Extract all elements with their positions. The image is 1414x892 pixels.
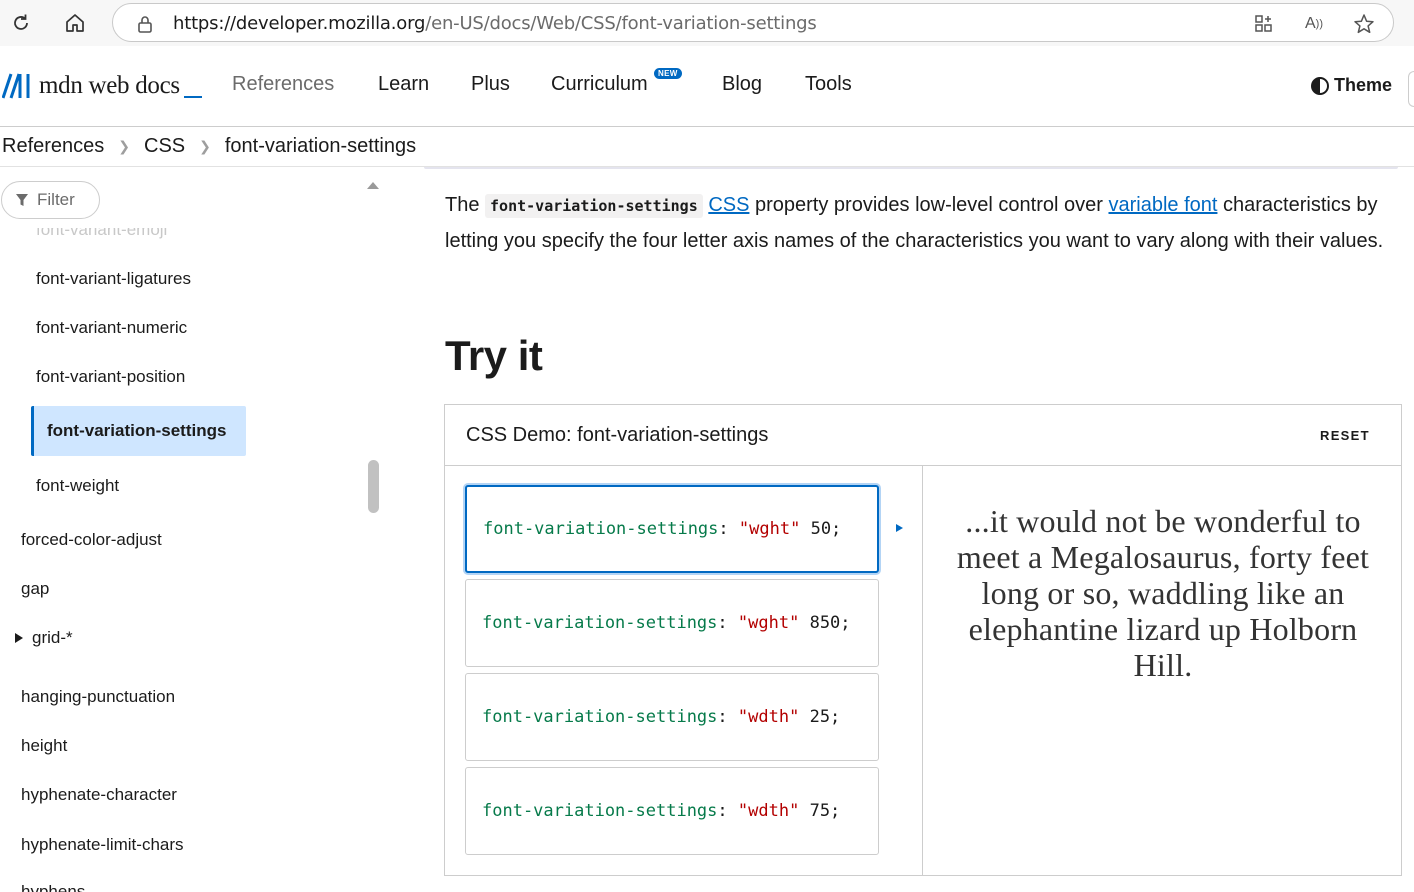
reset-button[interactable]: RESET: [1320, 428, 1370, 443]
refresh-icon[interactable]: [4, 6, 38, 40]
code-colon: :: [717, 801, 728, 821]
sidebar-item-font-variant-emoji[interactable]: font-variant-emoji: [36, 228, 167, 240]
intro-paragraph: The font-variation-settings CSS property…: [445, 188, 1400, 259]
nav-blog[interactable]: Blog: [722, 73, 762, 96]
app-grid-icon[interactable]: [1252, 12, 1276, 36]
sidebar-item-font-variant-position[interactable]: font-variant-position: [36, 367, 185, 387]
demo-choice-4[interactable]: font-variation-settings: "wdth" 75;: [465, 767, 879, 855]
code-value: 25;: [809, 707, 841, 727]
breadcrumb-current[interactable]: font-variation-settings: [225, 135, 416, 158]
read-aloud-icon[interactable]: A)): [1302, 12, 1326, 36]
inline-code: font-variation-settings: [485, 194, 703, 218]
code-property: font-variation-settings: [482, 801, 718, 821]
url-host: https://developer.mozilla.org: [173, 13, 426, 34]
sidebar-item-gap[interactable]: gap: [21, 579, 49, 599]
sidebar: Filter font-variant-emoji font-variant-l…: [0, 168, 385, 892]
expand-caret-icon[interactable]: [15, 633, 23, 643]
nav-references[interactable]: References: [232, 73, 334, 96]
sidebar-item-font-variation-settings[interactable]: font-variation-settings: [31, 406, 246, 456]
nav-plus[interactable]: Plus: [471, 73, 510, 96]
theme-label: Theme: [1334, 75, 1393, 95]
breadcrumb-css[interactable]: CSS: [144, 135, 185, 158]
nav-learn[interactable]: Learn: [378, 73, 429, 96]
sidebar-item-forced-color-adjust[interactable]: forced-color-adjust: [21, 530, 162, 550]
intro-text: The: [445, 194, 486, 216]
home-icon[interactable]: [58, 6, 92, 40]
address-bar[interactable]: https://developer.mozilla.org/en-US/docs…: [112, 3, 1394, 42]
browser-toolbar: https://developer.mozilla.org/en-US/docs…: [0, 0, 1414, 46]
nav-curriculum[interactable]: Curriculum: [551, 73, 648, 96]
scroll-up-arrow-icon[interactable]: [367, 182, 379, 189]
filter-button[interactable]: Filter: [1, 181, 100, 219]
code-value: 75;: [809, 801, 841, 821]
sidebar-item-hyphenate-character[interactable]: hyphenate-character: [21, 785, 177, 805]
chevron-right-icon: ❯: [199, 138, 211, 154]
code-property: font-variation-settings: [483, 519, 719, 539]
sidebar-item-height[interactable]: height: [21, 736, 67, 756]
theme-contrast-icon: [1311, 76, 1329, 95]
code-property: font-variation-settings: [482, 707, 718, 727]
nav-tools[interactable]: Tools: [805, 73, 852, 96]
try-it-heading: Try it: [445, 332, 543, 379]
filter-label: Filter: [37, 190, 75, 209]
demo-choice-2[interactable]: font-variation-settings: "wght" 850;: [465, 579, 879, 667]
demo-choice-1[interactable]: font-variation-settings: "wght" 50;: [465, 485, 879, 573]
code-value: 850;: [809, 613, 851, 633]
mdn-logo-icon: [2, 73, 30, 99]
filter-icon: [16, 194, 28, 206]
toc-panel-edge: [424, 167, 1398, 169]
code-colon: :: [718, 519, 729, 539]
lock-icon[interactable]: [133, 12, 157, 36]
sidebar-item-font-weight[interactable]: font-weight: [36, 476, 119, 496]
sidebar-item-label: font-variation-settings: [47, 421, 227, 440]
code-string: "wdth": [737, 707, 800, 727]
demo-title: CSS Demo: font-variation-settings: [466, 424, 769, 446]
sidebar-item-hyphens[interactable]: hyphens: [21, 882, 85, 892]
demo-choice-3[interactable]: font-variation-settings: "wdth" 25;: [465, 673, 879, 761]
logo-text: mdn web docs: [39, 72, 180, 99]
code-string: "wght": [738, 519, 801, 539]
sidebar-scrollbar-thumb[interactable]: [368, 460, 379, 513]
variable-font-link[interactable]: variable font: [1108, 194, 1217, 216]
code-string: "wght": [737, 613, 800, 633]
chevron-right-icon: ❯: [118, 138, 131, 154]
site-header: mdn web docs References Learn Plus Curri…: [0, 46, 1414, 127]
code-property: font-variation-settings: [482, 613, 718, 633]
breadcrumb-references[interactable]: References: [2, 135, 104, 158]
theme-button[interactable]: Theme: [1311, 75, 1392, 96]
sidebar-item-font-variant-numeric[interactable]: font-variant-numeric: [36, 318, 187, 338]
intro-text: property provides low-level control over: [749, 194, 1109, 216]
interactive-demo: CSS Demo: font-variation-settings RESET …: [444, 404, 1402, 876]
code-string: "wdth": [737, 801, 800, 821]
breadcrumb: References ❯ CSS ❯ font-variation-settin…: [0, 127, 1414, 167]
code-colon: :: [717, 707, 728, 727]
new-badge: NEW: [654, 68, 682, 79]
demo-divider: [922, 466, 923, 875]
sidebar-item-hanging-punctuation[interactable]: hanging-punctuation: [21, 687, 175, 707]
css-link[interactable]: CSS: [708, 194, 749, 216]
sidebar-item-font-variant-ligatures[interactable]: font-variant-ligatures: [36, 269, 191, 289]
logo-cursor: [183, 96, 202, 98]
url-text[interactable]: https://developer.mozilla.org/en-US/docs…: [173, 13, 817, 34]
sidebar-item-grid[interactable]: grid-*: [32, 628, 73, 648]
code-colon: :: [717, 613, 728, 633]
favorite-star-icon[interactable]: [1352, 12, 1376, 36]
selected-arrow-icon: [896, 524, 903, 532]
demo-header: CSS Demo: font-variation-settings RESET: [445, 405, 1401, 466]
user-menu-button[interactable]: [1408, 71, 1414, 107]
url-path: /en-US/docs/Web/CSS/font-variation-setti…: [425, 13, 817, 34]
mdn-logo[interactable]: mdn web docs: [2, 72, 202, 100]
code-value: 50;: [810, 519, 842, 539]
sidebar-item-hyphenate-limit-chars[interactable]: hyphenate-limit-chars: [21, 835, 184, 855]
demo-output-text: ...it would not be wonderful to meet a M…: [956, 503, 1370, 683]
